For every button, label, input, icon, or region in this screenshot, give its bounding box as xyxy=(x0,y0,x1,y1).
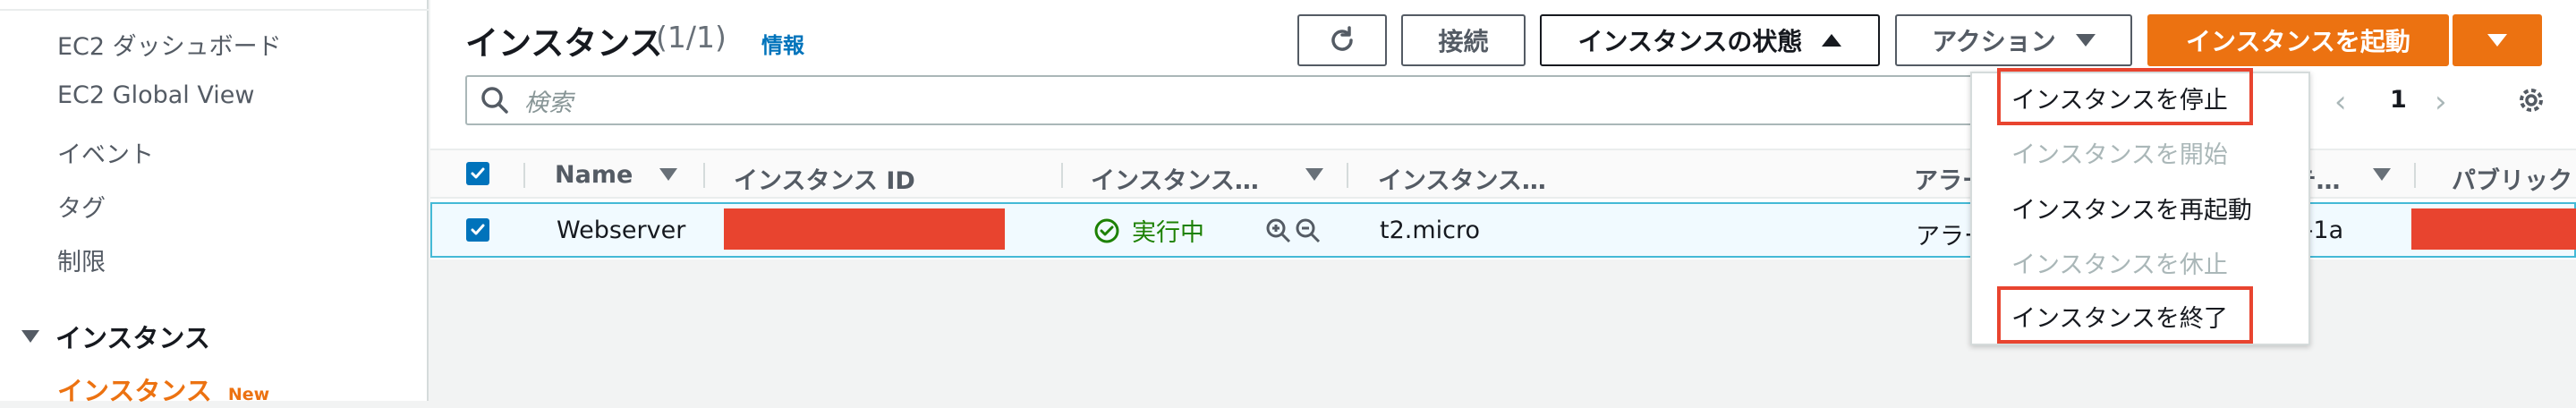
page-title: インスタンス xyxy=(465,24,663,63)
sidebar: EC2 ダッシュボード EC2 Global View イベント タグ 制限 イ… xyxy=(0,0,429,406)
column-divider xyxy=(2414,163,2416,188)
caret-down-icon xyxy=(2487,34,2507,47)
column-header-name[interactable]: Name xyxy=(555,161,633,189)
zoom-in-icon[interactable] xyxy=(1264,217,1293,249)
launch-label: インスタンスを起動 xyxy=(2186,27,2410,56)
previous-page-icon[interactable]: ‹ xyxy=(2334,84,2347,120)
actions-label: アクション xyxy=(1932,27,2056,56)
refresh-button[interactable] xyxy=(1297,14,1387,66)
instance-state-menu: インスタンスを停止 インスタンスを開始 インスタンスを再起動 インスタンスを休止… xyxy=(1970,68,2310,345)
select-all-checkbox[interactable] xyxy=(466,162,489,185)
checkmark-icon xyxy=(471,224,485,235)
settings-gear-icon[interactable] xyxy=(2515,84,2547,120)
collapse-caret-icon xyxy=(21,330,39,343)
main-content: インスタンス (1/1) 情報 接続 インスタンスの状態 アクション インスタン… xyxy=(430,0,2576,401)
sidebar-item-label: インスタンス xyxy=(57,376,212,406)
row-checkbox[interactable] xyxy=(466,218,489,242)
instance-count: (1/1) xyxy=(656,20,727,55)
next-page-icon[interactable]: › xyxy=(2435,84,2447,120)
search-icon xyxy=(481,87,508,114)
launch-instance-button[interactable]: インスタンスを起動 xyxy=(2147,14,2449,66)
column-header-public[interactable]: パブリック xyxy=(2452,161,2572,196)
menu-item-stop-instance[interactable]: インスタンスを停止 xyxy=(2011,81,2228,115)
checkmark-icon xyxy=(471,167,485,179)
sidebar-item-tags[interactable]: タグ xyxy=(57,189,106,224)
launch-dropdown-button[interactable] xyxy=(2453,14,2542,66)
sort-caret-icon[interactable] xyxy=(659,168,677,181)
instance-state-button[interactable]: インスタンスの状態 xyxy=(1540,14,1880,66)
connect-label: 接続 xyxy=(1438,27,1489,56)
actions-button[interactable]: アクション xyxy=(1895,14,2132,66)
zoom-out-icon[interactable] xyxy=(1294,217,1322,249)
instance-state-status: 実行中 xyxy=(1092,213,1204,248)
caret-down-icon xyxy=(2075,34,2096,47)
new-badge: New xyxy=(227,385,270,404)
instance-name: Webserver xyxy=(557,217,686,244)
info-link[interactable]: 情報 xyxy=(761,28,804,59)
sidebar-item-limits[interactable]: 制限 xyxy=(57,242,106,277)
refresh-icon xyxy=(1331,26,1353,51)
page-number[interactable]: 1 xyxy=(2390,86,2407,114)
sidebar-section-instances[interactable]: インスタンス xyxy=(21,318,210,355)
menu-item-hibernate-instance: インスタンスを休止 xyxy=(2011,251,2228,279)
instance-type: t2.micro xyxy=(1380,217,1481,244)
sort-caret-icon[interactable] xyxy=(2373,168,2391,181)
column-divider xyxy=(703,163,705,188)
check-circle-icon xyxy=(1094,218,1119,242)
redacted-public-ip xyxy=(2411,208,2576,250)
column-divider xyxy=(1347,163,1348,188)
search-input[interactable]: 検索 xyxy=(465,75,1986,125)
column-header-instance-id[interactable]: インスタンス ID xyxy=(734,161,915,196)
column-header-instance-state[interactable]: インスタンス… xyxy=(1091,161,1259,196)
connect-button[interactable]: 接続 xyxy=(1401,14,1526,66)
sidebar-divider xyxy=(0,9,429,11)
sidebar-item-events[interactable]: イベント xyxy=(57,135,154,170)
column-divider xyxy=(523,163,525,188)
menu-item-start-instance: インスタンスを開始 xyxy=(2011,141,2228,169)
sidebar-item-global-view[interactable]: EC2 Global View xyxy=(57,81,254,109)
redacted-instance-id xyxy=(724,208,1005,250)
sort-caret-icon[interactable] xyxy=(1305,168,1323,181)
menu-item-reboot-instance[interactable]: インスタンスを再起動 xyxy=(2011,191,2252,225)
search-placeholder: 検索 xyxy=(524,89,573,117)
column-divider xyxy=(1061,163,1063,188)
state-label: 実行中 xyxy=(1132,219,1204,247)
sidebar-section-label: インスタンス xyxy=(55,323,210,353)
sidebar-item-dashboard[interactable]: EC2 ダッシュボード xyxy=(57,27,282,62)
caret-up-icon xyxy=(1822,34,1842,47)
menu-item-terminate-instance[interactable]: インスタンスを終了 xyxy=(2011,299,2228,334)
column-header-instance-type[interactable]: インスタンス… xyxy=(1378,161,1546,196)
instance-state-label: インスタンスの状態 xyxy=(1577,27,1803,56)
sidebar-item-instances[interactable]: インスタンス New xyxy=(57,370,269,408)
